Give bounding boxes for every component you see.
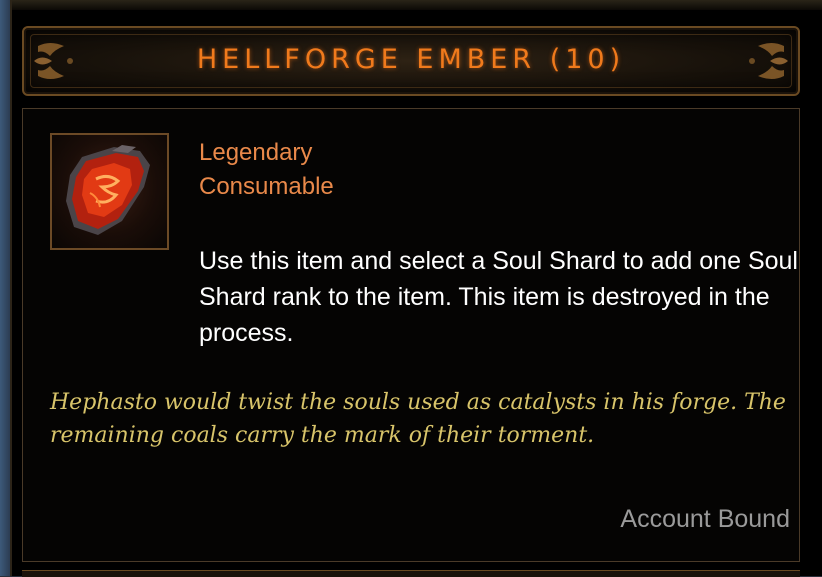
item-description: Use this item and select a Soul Shard to… (199, 247, 798, 347)
tooltip-header: HELLFORGE EMBER (10) (22, 26, 800, 96)
item-flavor-text: Hephasto would twist the souls used as c… (50, 390, 786, 448)
account-bound-label: Account Bound (620, 505, 790, 533)
tooltip-top-edge (12, 0, 822, 10)
item-type: Consumable (199, 173, 334, 200)
item-tooltip: HELLFORGE EMBER (10) Legendary Consumabl… (10, 0, 822, 577)
hellforge-ember-icon (66, 145, 150, 235)
item-rarity: Legendary (199, 139, 313, 166)
background-panel-edge (0, 0, 10, 576)
item-icon-frame (50, 133, 169, 250)
item-title: HELLFORGE EMBER (10) (196, 44, 626, 75)
